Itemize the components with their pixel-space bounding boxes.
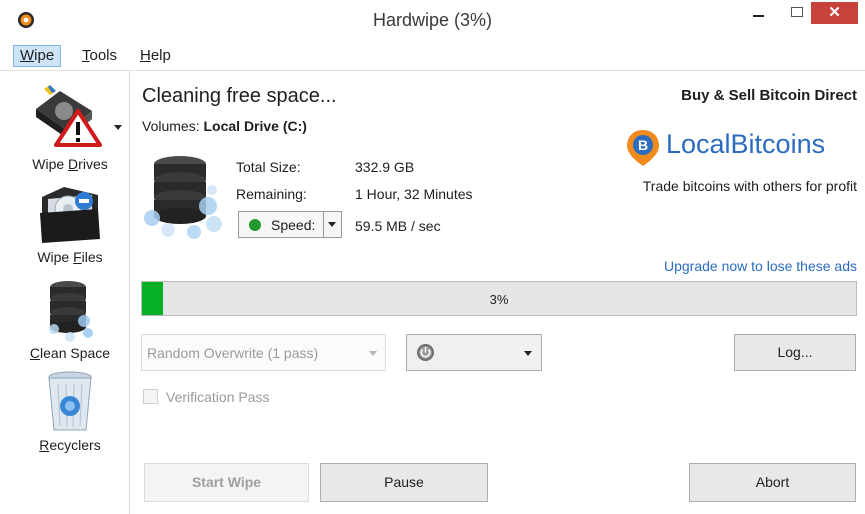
ad-headline[interactable]: Buy & Sell Bitcoin Direct <box>681 87 857 104</box>
speed-label: Speed: <box>271 217 316 233</box>
sidebar-item-recyclers[interactable]: Recyclers <box>11 370 129 465</box>
power-icon <box>417 344 434 361</box>
chevron-down-icon[interactable] <box>524 351 532 356</box>
power-action-select[interactable] <box>406 334 542 371</box>
progress-text: 3% <box>489 292 509 307</box>
sidebar-item-wipe-drives[interactable]: Wipe Drives <box>11 79 129 174</box>
minimize-icon[interactable] <box>742 2 776 24</box>
status-heading: Cleaning free space... <box>142 85 337 107</box>
svg-text:B: B <box>638 137 648 153</box>
speed-value: 59.5 MB / sec <box>355 218 441 234</box>
verification-checkbox[interactable] <box>143 389 158 404</box>
upgrade-link[interactable]: Upgrade now to lose these ads <box>664 258 857 274</box>
sidebar-item-label: Clean Space <box>29 345 111 361</box>
chevron-down-icon <box>369 351 377 356</box>
menu-wipe[interactable]: Wipe <box>13 45 62 67</box>
menu-tools[interactable]: Tools <box>76 46 123 66</box>
maximize-icon[interactable] <box>781 2 811 24</box>
recycle-bin-icon <box>48 371 92 431</box>
title-bar: Hardwipe (3%) ✕ <box>0 0 865 42</box>
wipe-method-select[interactable]: Random Overwrite (1 pass) <box>141 334 386 371</box>
drive-warning-icon <box>36 85 102 147</box>
database-icon <box>144 156 222 239</box>
wipe-method-value: Random Overwrite (1 pass) <box>147 345 319 361</box>
database-icon <box>49 281 93 342</box>
sidebar-item-clean-space[interactable]: Clean Space <box>11 275 129 370</box>
menu-bar: Wipe Tools Help <box>0 42 865 71</box>
log-button[interactable]: Log... <box>734 334 856 371</box>
abort-button[interactable]: Abort <box>689 463 856 502</box>
ad-tagline: Trade bitcoins with others for profit <box>642 178 857 194</box>
verification-label: Verification Pass <box>166 389 270 405</box>
chevron-down-icon[interactable] <box>114 125 122 130</box>
window-title: Hardwipe (3%) <box>372 10 493 30</box>
remaining-value: 1 Hour, 32 Minutes <box>355 186 473 202</box>
sidebar-item-wipe-files[interactable]: Wipe Files <box>11 177 129 272</box>
speed-status-indicator <box>249 219 261 231</box>
remaining-label: Remaining: <box>236 186 307 202</box>
start-wipe-button[interactable]: Start Wipe <box>144 463 309 502</box>
speed-dropdown[interactable]: Speed: <box>238 211 342 238</box>
sidebar-item-label: Wipe Drives <box>32 156 108 172</box>
ad-brand[interactable]: LocalBitcoins <box>666 129 825 160</box>
dropdown-divider <box>323 212 324 237</box>
localbitcoins-logo-icon[interactable]: B <box>625 128 661 168</box>
sidebar-item-label: Recyclers <box>39 437 101 453</box>
sidebar-item-label: Wipe Files <box>37 249 103 265</box>
pause-button[interactable]: Pause <box>320 463 488 502</box>
progress-bar: 3% <box>141 281 857 316</box>
volumes-line: Volumes: Local Drive (C:) <box>142 118 307 134</box>
hardwipe-window: Hardwipe (3%) ✕ Wipe Tools Help Wipe Dri… <box>0 0 865 514</box>
total-size-value: 332.9 GB <box>355 159 415 175</box>
sidebar: Wipe Drives Wipe Files Clean Space Recyc… <box>11 71 130 514</box>
total-size-label: Total Size: <box>236 159 301 175</box>
menu-help[interactable]: Help <box>134 46 177 66</box>
chevron-down-icon[interactable] <box>328 222 336 227</box>
close-icon[interactable]: ✕ <box>811 2 858 24</box>
folder-icon <box>40 187 100 243</box>
